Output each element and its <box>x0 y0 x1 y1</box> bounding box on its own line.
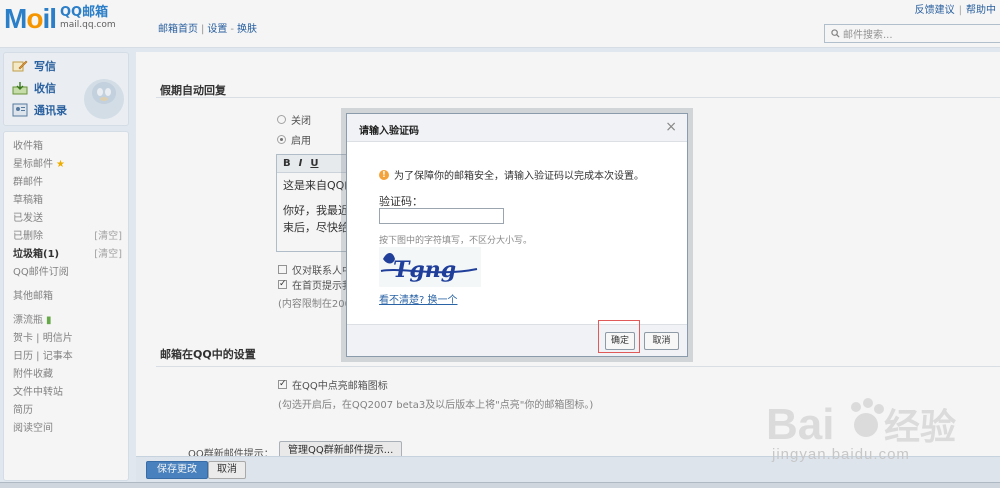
watermark-url: jingyan.baidu.com <box>772 446 910 463</box>
refresh-captcha-link[interactable]: 看不清楚? 换一个 <box>379 291 458 306</box>
captcha-hint: 按下图中的字符填写，不区分大小写。 <box>379 236 533 246</box>
close-icon[interactable]: × <box>665 119 677 135</box>
paw-icon <box>851 398 884 437</box>
dialog-cancel-button[interactable]: 取消 <box>644 332 679 350</box>
captcha-text: Tgng <box>393 257 456 283</box>
captcha-dialog: 请输入验证码 × ! 为了保障你的邮箱安全，请输入验证码以完成本次设置。 验证码… <box>346 113 688 357</box>
confirm-button[interactable]: 确定 <box>605 332 635 350</box>
code-label: 验证码： <box>379 195 423 208</box>
captcha-input[interactable] <box>379 208 504 224</box>
captcha-image[interactable]: Tgng <box>379 247 481 287</box>
watermark-brand-2: 经验 <box>884 407 956 448</box>
dialog-header: 请输入验证码 × <box>347 114 687 142</box>
dialog-title: 请输入验证码 <box>359 126 419 137</box>
security-warning: ! 为了保障你的邮箱安全，请输入验证码以完成本次设置。 <box>379 167 644 182</box>
watermark-brand: Bai <box>766 400 834 449</box>
warning-icon: ! <box>379 169 389 180</box>
